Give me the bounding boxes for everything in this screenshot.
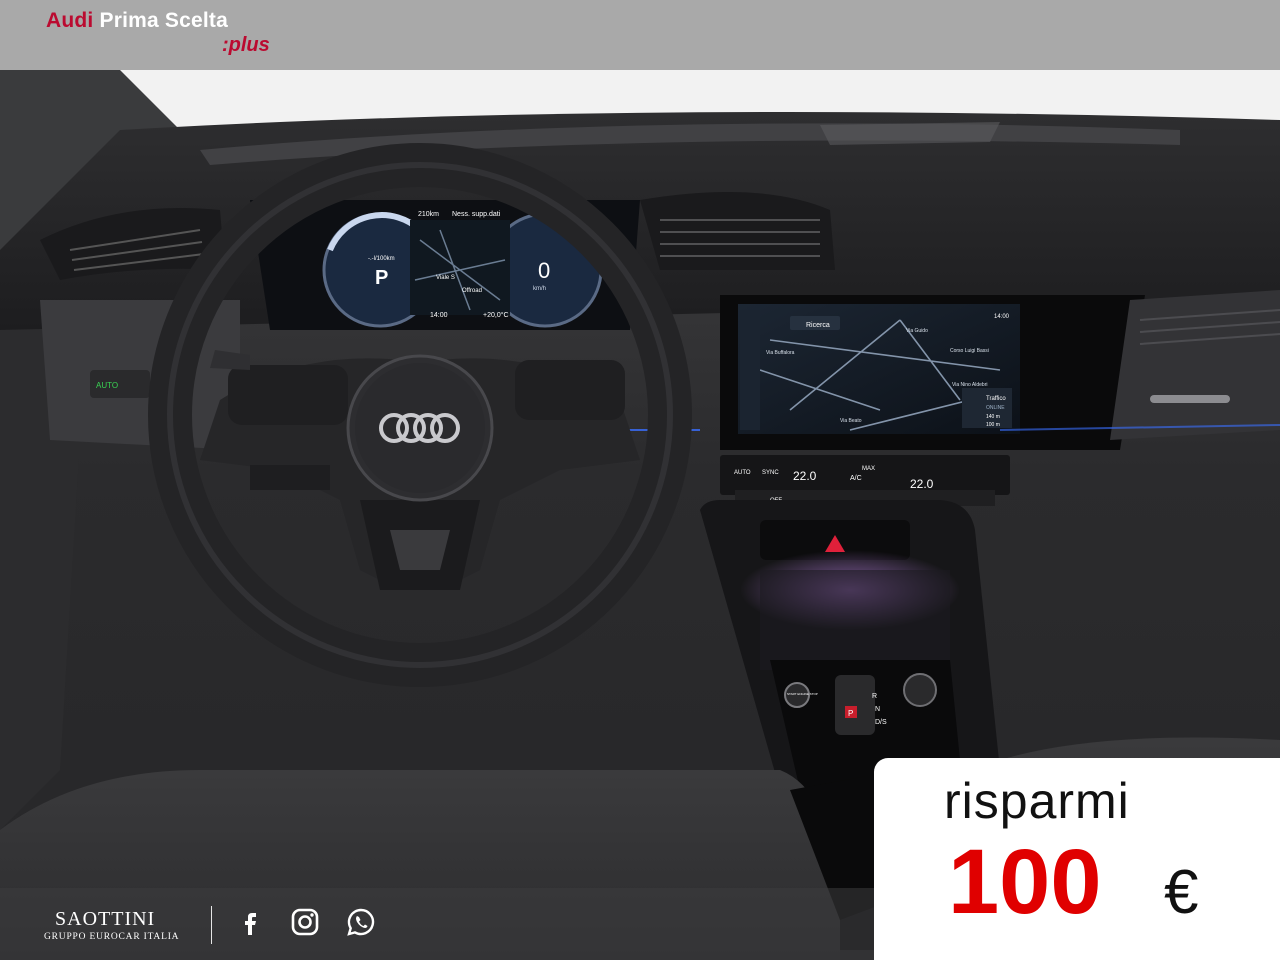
mmi-traffic-title[interactable]: Traffico (986, 396, 1006, 402)
drive-select-dial[interactable] (903, 673, 937, 707)
svg-text:AUTO: AUTO (96, 381, 118, 390)
climate-temp-left[interactable]: 22.0 (793, 469, 817, 483)
gear-selector[interactable] (835, 675, 875, 735)
drive-mode: Offroad (462, 288, 482, 294)
start-stop-label: START ENGINE STOP (787, 692, 818, 696)
climate-ac[interactable]: A/C (850, 475, 862, 482)
brand-plus: :plus (222, 34, 270, 56)
speed-unit: km/h (533, 286, 546, 292)
right-wheel-buttons[interactable] (515, 360, 625, 420)
mmi-traffic-status: ONLINE (986, 405, 1005, 411)
range-readout: 210km (418, 211, 439, 218)
dealer-name: SAOTTINI (55, 908, 156, 930)
gear-n: N (875, 706, 880, 713)
climate-sync[interactable]: SYNC (762, 470, 779, 476)
mmi-street-3: Via Nino Aldebri (952, 382, 988, 388)
whatsapp-icon[interactable] (347, 908, 375, 936)
instagram-icon[interactable] (291, 908, 319, 936)
mmi-time: 14:00 (994, 314, 1010, 320)
consumption-readout: -.-l/100km (368, 256, 395, 262)
brand-audi: Audi (46, 9, 94, 32)
savings-currency: € (1164, 858, 1199, 927)
mmi-street-5: Via Beato (840, 418, 862, 424)
mmi-search[interactable]: Ricerca (806, 322, 830, 329)
facebook-icon[interactable] (236, 908, 264, 936)
gear-indicator: P (375, 267, 388, 289)
brand-prima-scelta: Prima Scelta (99, 9, 228, 32)
left-wheel-buttons[interactable] (228, 365, 348, 425)
mmi-street-4: Via Guido (906, 328, 928, 334)
cluster-time: 14:00 (430, 312, 448, 319)
mmi-street-2: Corso Luigi Bassi (950, 348, 989, 354)
mmi-street-1: Via Buffalora (766, 350, 795, 356)
savings-amount: 100 (948, 831, 1102, 933)
header-bar: Audi Prima Scelta :plus (0, 0, 1280, 70)
gear-r: R (872, 693, 877, 700)
park-indicator: P (848, 709, 853, 718)
dealer-subtitle: GRUPPO EUROCAR ITALIA (44, 932, 180, 942)
nav-status: Ness. supp.dati (452, 211, 501, 218)
savings-label: risparmi (944, 773, 1130, 829)
footer-divider (211, 906, 212, 944)
mmi-scale-2: 100 m (986, 422, 1000, 428)
speed-readout: 0 (538, 258, 550, 283)
street-name: Viale S (436, 275, 455, 281)
climate-temp-right[interactable]: 22.0 (910, 477, 934, 491)
savings-badge: risparmi 100 € (874, 758, 1280, 960)
mmi-scale-1: 140 m (986, 414, 1000, 420)
climate-auto[interactable]: AUTO (734, 470, 751, 476)
brand-title: Audi Prima Scelta (46, 9, 228, 33)
gear-ds: D/S (875, 719, 887, 726)
climate-max[interactable]: MAX (862, 466, 875, 472)
cluster-temp: +20,0°C (483, 311, 509, 319)
